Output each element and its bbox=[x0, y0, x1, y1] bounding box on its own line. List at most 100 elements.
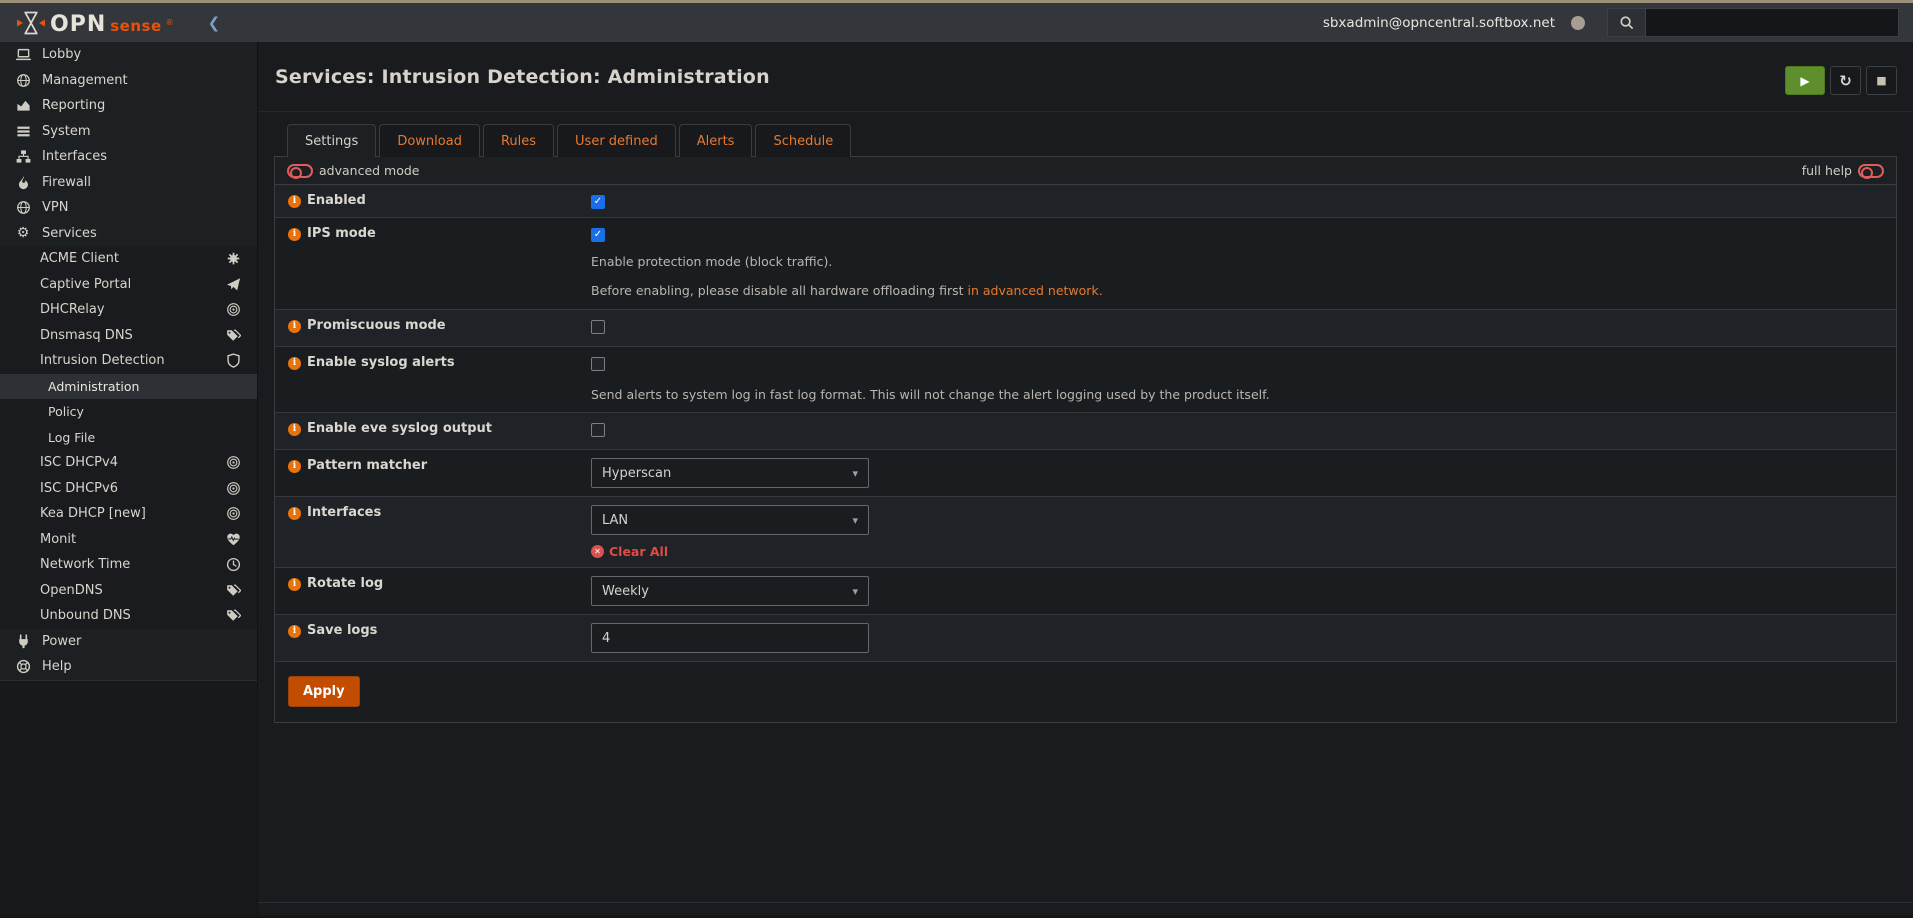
settings-panel: advanced mode full help EnabledIPS modeE… bbox=[274, 156, 1897, 723]
collapse-sidebar-icon[interactable]: ❮ bbox=[208, 14, 221, 32]
form-row-save-logs: Save logs bbox=[275, 615, 1896, 662]
info-icon[interactable] bbox=[288, 228, 301, 241]
search-icon[interactable] bbox=[1608, 9, 1646, 36]
info-icon[interactable] bbox=[288, 507, 301, 520]
tab-schedule[interactable]: Schedule bbox=[755, 124, 851, 157]
rotate-log-select[interactable]: Weekly▾ bbox=[591, 576, 869, 606]
sidebar-item-firewall[interactable]: Firewall bbox=[0, 170, 257, 196]
info-icon[interactable] bbox=[288, 423, 301, 436]
sidebar-item-lobby[interactable]: Lobby bbox=[0, 42, 257, 68]
enabled-checkbox[interactable] bbox=[591, 195, 605, 209]
help-link[interactable]: in advanced network bbox=[968, 283, 1099, 298]
field-label-cell: Pattern matcher bbox=[275, 450, 591, 496]
globe-icon bbox=[14, 200, 32, 215]
info-icon[interactable] bbox=[288, 578, 301, 591]
field-label: Interfaces bbox=[307, 505, 381, 520]
sidebar-item-monit[interactable]: Monit bbox=[0, 527, 257, 553]
sidebar-item-label: Services bbox=[42, 226, 243, 241]
save-logs-input[interactable] bbox=[591, 623, 869, 653]
sidebar-item-isc-dhcpv4[interactable]: ISC DHCPv4 bbox=[0, 450, 257, 476]
sidebar-item-policy[interactable]: Policy bbox=[0, 399, 257, 425]
sidebar-item-power[interactable]: Power bbox=[0, 629, 257, 655]
sidebar-item-intrusion-detection[interactable]: Intrusion Detection bbox=[0, 348, 257, 374]
refresh-icon: ↻ bbox=[1839, 72, 1852, 90]
field-label-cell: Enabled bbox=[275, 185, 591, 217]
sidebar-item-log-file[interactable]: Log File bbox=[0, 425, 257, 451]
chevron-down-icon: ▾ bbox=[852, 514, 858, 527]
apply-button[interactable]: Apply bbox=[288, 676, 360, 707]
sidebar-item-label: OpenDNS bbox=[40, 583, 226, 598]
tab-download[interactable]: Download bbox=[379, 124, 480, 157]
info-icon[interactable] bbox=[288, 195, 301, 208]
sidebar-item-opendns[interactable]: OpenDNS bbox=[0, 578, 257, 604]
sidebar-item-dhcrelay[interactable]: DHCRelay bbox=[0, 297, 257, 323]
advanced-mode-toggle[interactable]: advanced mode bbox=[287, 163, 420, 178]
sidebar-item-network-time[interactable]: Network Time bbox=[0, 552, 257, 578]
tab-settings[interactable]: Settings bbox=[287, 124, 376, 157]
clear-all-link[interactable]: Clear All bbox=[591, 544, 1884, 559]
sidebar-item-isc-dhcpv6[interactable]: ISC DHCPv6 bbox=[0, 476, 257, 502]
sidebar-item-label: Reporting bbox=[42, 98, 243, 113]
selected-value: LAN bbox=[602, 513, 628, 528]
field-label-cell: Promiscuous mode bbox=[275, 310, 591, 346]
enable-eve-syslog-output-checkbox[interactable] bbox=[591, 423, 605, 437]
pattern-matcher-select[interactable]: Hyperscan▾ bbox=[591, 458, 869, 488]
sidebar-item-label: Policy bbox=[48, 404, 243, 419]
restart-service-button[interactable]: ↻ bbox=[1830, 66, 1861, 95]
form-row-rotate-log: Rotate logWeekly▾ bbox=[275, 568, 1896, 615]
full-help-toggle[interactable]: full help bbox=[1802, 163, 1884, 178]
interfaces-select[interactable]: LAN ▾ bbox=[591, 505, 869, 535]
user-avatar[interactable] bbox=[1571, 16, 1585, 30]
field-control-cell: Enable protection mode (block traffic).B… bbox=[591, 218, 1896, 309]
info-icon[interactable] bbox=[288, 320, 301, 333]
play-icon: ▶ bbox=[1800, 74, 1809, 88]
top-navigation-bar: OPNsense® ❮ sbxadmin@opncentral.softbox.… bbox=[0, 0, 1913, 42]
sidebar-item-management[interactable]: Management bbox=[0, 68, 257, 94]
sidebar-item-label: Firewall bbox=[42, 175, 243, 190]
content-area: SettingsDownloadRulesUser definedAlertsS… bbox=[258, 112, 1913, 894]
sidebar-item-label: Interfaces bbox=[42, 149, 243, 164]
sidebar-item-kea-dhcp-new[interactable]: Kea DHCP [new] bbox=[0, 501, 257, 527]
sidebar-item-administration[interactable]: Administration bbox=[0, 374, 257, 400]
tab-user-defined[interactable]: User defined bbox=[557, 124, 676, 157]
sidebar-item-system[interactable]: System bbox=[0, 119, 257, 145]
stop-service-button[interactable]: ■ bbox=[1866, 66, 1897, 95]
sidebar-item-label: Power bbox=[42, 634, 243, 649]
sidebar-item-unbound-dns[interactable]: Unbound DNS bbox=[0, 603, 257, 629]
main-content: Services: Intrusion Detection: Administr… bbox=[258, 42, 1913, 915]
toggle-off-icon bbox=[1858, 164, 1884, 178]
logo-text-opn: OPN bbox=[50, 14, 106, 36]
logged-in-user-email[interactable]: sbxadmin@opncentral.softbox.net bbox=[1323, 15, 1555, 31]
sidebar-item-label: Administration bbox=[48, 379, 243, 394]
tab-alerts[interactable]: Alerts bbox=[679, 124, 753, 157]
field-label-cell: Save logs bbox=[275, 615, 591, 661]
info-icon[interactable] bbox=[288, 625, 301, 638]
form-row-interfaces: Interfaces LAN ▾ Clear All bbox=[275, 497, 1896, 568]
info-icon[interactable] bbox=[288, 460, 301, 473]
field-label-cell: Enable eve syslog output bbox=[275, 413, 591, 449]
sidebar-item-label: Intrusion Detection bbox=[40, 353, 226, 368]
sidebar-item-label: DHCRelay bbox=[40, 302, 226, 317]
sidebar-item-reporting[interactable]: Reporting bbox=[0, 93, 257, 119]
opnsense-logo[interactable]: OPNsense® bbox=[16, 10, 174, 36]
clear-all-label: Clear All bbox=[609, 544, 668, 559]
form-row-enable-syslog-alerts: Enable syslog alertsSend alerts to syste… bbox=[275, 347, 1896, 413]
sidebar-item-captive-portal[interactable]: Captive Portal bbox=[0, 272, 257, 298]
sidebar-item-services[interactable]: ⚙Services bbox=[0, 221, 257, 247]
help-link[interactable]: . bbox=[1099, 283, 1103, 298]
sidebar-item-acme-client[interactable]: ACME Client bbox=[0, 246, 257, 272]
sidebar-item-interfaces[interactable]: Interfaces bbox=[0, 144, 257, 170]
sidebar-item-dnsmasq-dns[interactable]: Dnsmasq DNS bbox=[0, 323, 257, 349]
sidebar-item-help[interactable]: Help bbox=[0, 654, 257, 680]
info-icon[interactable] bbox=[288, 357, 301, 370]
sidebar-item-vpn[interactable]: VPN bbox=[0, 195, 257, 221]
sitemap-icon bbox=[14, 149, 32, 164]
ips-mode-checkbox[interactable] bbox=[591, 228, 605, 242]
start-service-button[interactable]: ▶ bbox=[1785, 66, 1825, 95]
search-input[interactable] bbox=[1646, 9, 1898, 36]
tab-rules[interactable]: Rules bbox=[483, 124, 554, 157]
enable-syslog-alerts-checkbox[interactable] bbox=[591, 357, 605, 371]
promiscuous-mode-checkbox[interactable] bbox=[591, 320, 605, 334]
hourglass-logo-icon bbox=[16, 10, 46, 36]
times-circle-icon bbox=[591, 545, 604, 558]
